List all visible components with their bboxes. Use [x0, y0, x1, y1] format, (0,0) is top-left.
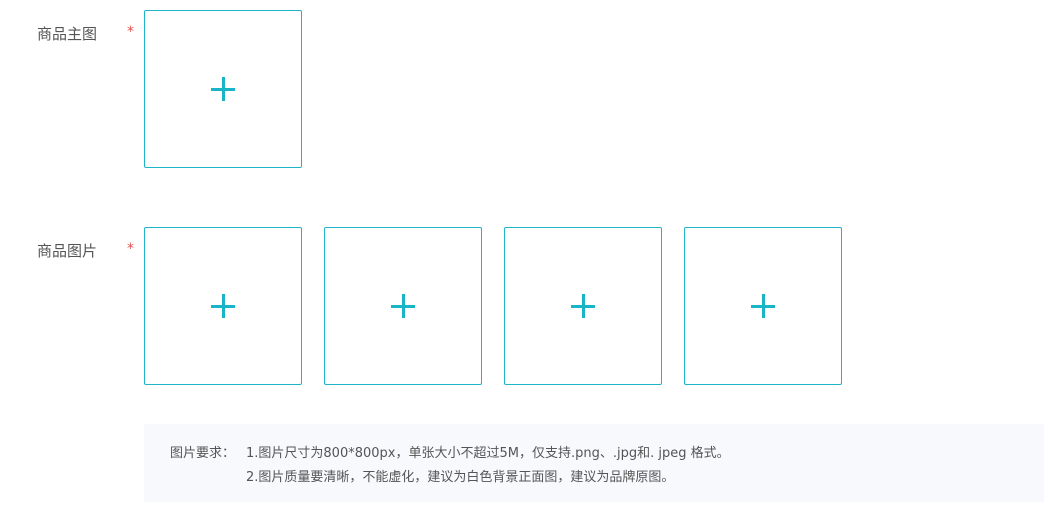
- main-image-required-mark: *: [127, 24, 134, 40]
- image-requirements-line-1: 1.图片尺寸为800*800px，单张大小不超过5M，仅支持.png、.jpg和…: [246, 446, 730, 461]
- product-image-upload-button-2[interactable]: [324, 227, 482, 385]
- plus-icon: [391, 294, 415, 318]
- image-requirements-title: 图片要求：: [170, 446, 236, 461]
- image-requirements-panel: 图片要求： 1.图片尺寸为800*800px，单张大小不超过5M，仅支持.png…: [144, 424, 1044, 502]
- product-images-label: 商品图片: [37, 242, 98, 260]
- main-image-upload-button[interactable]: [144, 10, 302, 168]
- plus-icon: [211, 77, 235, 101]
- product-image-upload-button-3[interactable]: [504, 227, 662, 385]
- product-image-upload-button-1[interactable]: [144, 227, 302, 385]
- plus-icon: [571, 294, 595, 318]
- plus-icon: [211, 294, 235, 318]
- main-image-label: 商品主图: [37, 25, 98, 43]
- product-images-required-mark: *: [127, 241, 134, 257]
- image-requirements-line-2: 2.图片质量要清晰，不能虚化，建议为白色背景正面图，建议为品牌原图。: [246, 470, 675, 485]
- product-image-upload-button-4[interactable]: [684, 227, 842, 385]
- plus-icon: [751, 294, 775, 318]
